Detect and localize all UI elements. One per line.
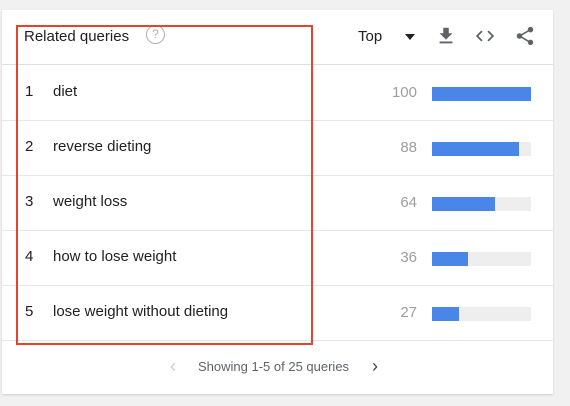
query-label[interactable]: how to lose weight — [53, 248, 176, 265]
query-label[interactable]: reverse dieting — [53, 138, 151, 155]
query-row[interactable]: 2 reverse dieting 88 — [2, 120, 553, 176]
widget-header: Related queries ? Top — [2, 10, 553, 65]
query-rank: 2 — [25, 138, 34, 155]
share-icon[interactable] — [514, 25, 536, 47]
value-bar-track — [432, 252, 531, 266]
value-bar-track — [432, 307, 531, 321]
query-rank: 3 — [25, 193, 34, 210]
value-bar — [432, 252, 468, 266]
query-row[interactable]: 4 how to lose weight 36 — [2, 230, 553, 286]
query-label[interactable]: diet — [53, 83, 77, 100]
query-row[interactable]: 1 diet 100 — [2, 65, 553, 121]
query-value: 100 — [391, 84, 417, 101]
pagination-status: Showing 1-5 of 25 queries — [198, 359, 350, 374]
value-bar — [432, 197, 496, 211]
query-row[interactable]: 3 weight loss 64 — [2, 175, 553, 231]
query-label[interactable]: weight loss — [53, 193, 127, 210]
pagination: ‹ Showing 1-5 of 25 queries › — [2, 341, 553, 394]
related-queries-widget: Related queries ? Top 1 diet 100 2 rever… — [2, 10, 553, 394]
top-rising-selector[interactable]: Top — [358, 28, 382, 45]
value-bar-track — [432, 142, 531, 156]
value-bar — [432, 307, 459, 321]
query-label[interactable]: lose weight without dieting — [53, 303, 228, 320]
value-bar — [432, 87, 531, 101]
query-rank: 1 — [25, 83, 34, 100]
embed-code-icon[interactable] — [474, 25, 496, 47]
download-icon[interactable] — [435, 25, 457, 47]
query-row[interactable]: 5 lose weight without dieting 27 — [2, 285, 553, 341]
help-icon[interactable]: ? — [146, 25, 165, 44]
query-value: 36 — [400, 249, 417, 266]
value-bar-track — [432, 87, 531, 101]
query-rank: 5 — [25, 303, 34, 320]
next-page-icon[interactable]: › — [372, 356, 378, 377]
widget-title: Related queries — [24, 28, 130, 45]
chevron-down-icon[interactable] — [405, 34, 415, 40]
value-bar — [432, 142, 520, 156]
query-rank: 4 — [25, 248, 34, 265]
query-value: 64 — [400, 194, 417, 211]
value-bar-track — [432, 197, 531, 211]
query-value: 88 — [400, 139, 417, 156]
previous-page-icon[interactable]: ‹ — [170, 356, 176, 377]
query-value: 27 — [400, 304, 417, 321]
